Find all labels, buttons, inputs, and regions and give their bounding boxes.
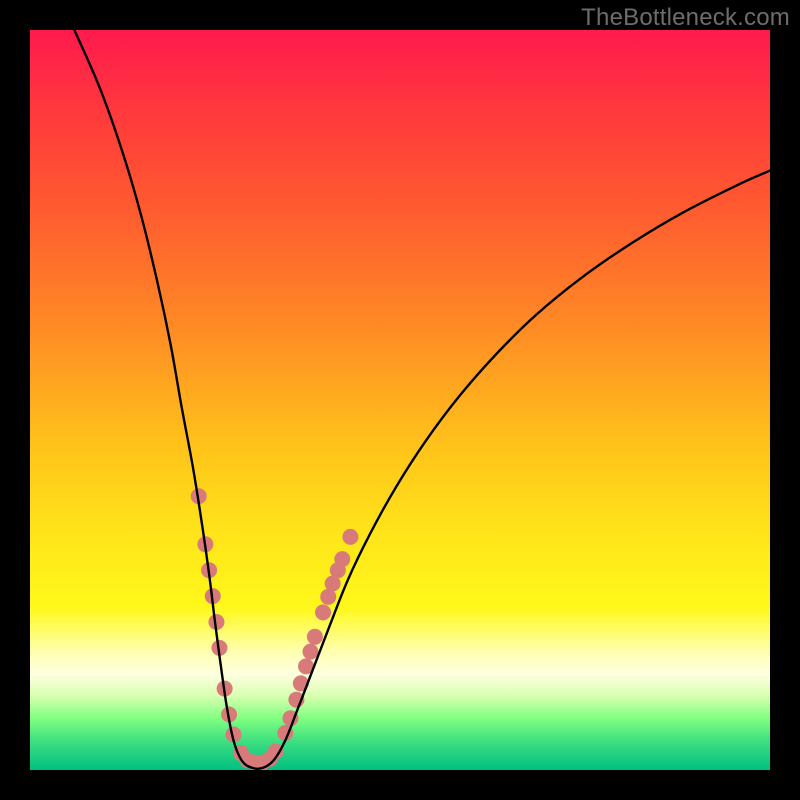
marker-dot xyxy=(302,644,318,660)
marker-dot xyxy=(315,604,331,620)
marker-dot xyxy=(342,529,358,545)
watermark-label: TheBottleneck.com xyxy=(581,4,790,32)
chart-svg xyxy=(30,30,770,770)
marker-dot xyxy=(334,551,350,567)
chart-frame: TheBottleneck.com xyxy=(0,0,800,800)
plot-area xyxy=(30,30,770,770)
curve-path xyxy=(74,30,770,769)
marker-dot xyxy=(307,629,323,645)
